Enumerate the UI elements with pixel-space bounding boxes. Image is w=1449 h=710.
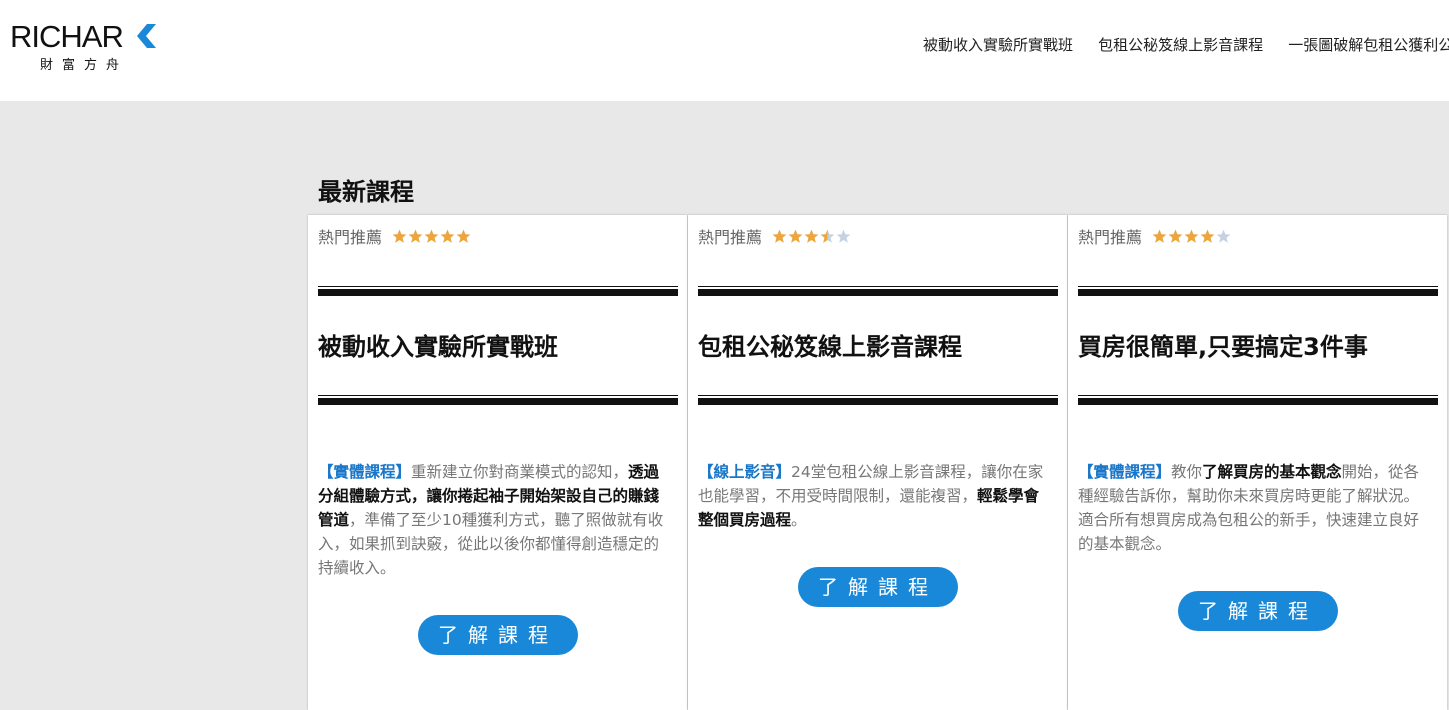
learn-course-button[interactable]: 了解課程 (1178, 591, 1338, 631)
card-title: 被動收入實驗所實戰班 (318, 333, 558, 361)
star-icon (1200, 229, 1215, 243)
course-card: 熱門推薦 被動收入實驗所實戰班 【實體課程】重新建立你對商業模式的認知，透過分組… (308, 215, 687, 710)
rating-stars (392, 229, 472, 244)
star-icon (424, 229, 439, 243)
learn-course-button[interactable]: 了解課程 (418, 615, 578, 655)
star-icon (1184, 229, 1199, 243)
card-description: 【線上影音】24堂包租公線上影音課程，讓你在家也能學習，不用受時間限制，還能複習… (698, 460, 1054, 532)
star-icon (440, 229, 455, 243)
star-icon (408, 229, 423, 243)
star-icon (1216, 229, 1231, 243)
rating-stars (1152, 229, 1232, 244)
recommend-label: 熱門推薦 (698, 228, 763, 247)
main-nav: 被動收入實驗所實戰班 包租公秘笈線上影音課程 一張圖破解包租公獲利公式 (923, 35, 1449, 55)
star-icon (392, 229, 407, 243)
k-mark-icon (137, 24, 156, 48)
star-icon (836, 229, 851, 243)
star-icon (772, 229, 787, 243)
desc-text: ，準備了至少10種獲利方式，聽了照做就有收入，如果抓到訣竅，從此以後你都懂得創造… (318, 511, 664, 577)
course-type-tag: 【線上影音】 (698, 463, 792, 481)
star-icon (820, 229, 835, 243)
nav-item-profit-formula[interactable]: 一張圖破解包租公獲利公式 (1288, 35, 1449, 55)
course-card: 熱門推薦 包租公秘笈線上影音課程 【線上影音】24堂包租公線上影音課程，讓你在家… (688, 215, 1067, 710)
rating-stars (772, 229, 852, 244)
divider (698, 395, 1058, 405)
site-header: RICHAR 財富方舟 被動收入實驗所實戰班 包租公秘笈線上影音課程 一張圖破解… (0, 0, 1449, 101)
nav-item-passive-income[interactable]: 被動收入實驗所實戰班 (923, 35, 1073, 55)
divider (698, 286, 1058, 296)
desc-text: 。 (791, 511, 807, 529)
star-icon (456, 229, 471, 243)
recommend-label: 熱門推薦 (318, 228, 383, 247)
brand-logo[interactable]: RICHAR 財富方舟 (10, 19, 160, 73)
course-type-tag: 【實體課程】 (1078, 463, 1172, 481)
star-icon (1152, 229, 1167, 243)
section-title: 最新課程 (318, 178, 414, 206)
course-type-tag: 【實體課程】 (318, 463, 412, 481)
desc-text: 重新建立你對商業模式的認知， (411, 463, 629, 481)
brand-subtitle: 財富方舟 (40, 58, 129, 73)
card-title: 買房很簡單,只要搞定3件事 (1078, 333, 1368, 361)
divider (1078, 286, 1438, 296)
learn-course-button[interactable]: 了解課程 (798, 567, 958, 607)
course-card: 熱門推薦 買房很簡單,只要搞定3件事 【實體課程】教你了解買房的基本觀念開始，從… (1068, 215, 1447, 710)
card-description: 【實體課程】教你了解買房的基本觀念開始，從各種經驗告訴你，幫助你未來買房時更能了… (1078, 460, 1434, 556)
divider (1078, 395, 1438, 405)
star-icon (804, 229, 819, 243)
desc-text: 教你 (1171, 463, 1203, 481)
card-title: 包租公秘笈線上影音課程 (698, 333, 962, 361)
divider (318, 395, 678, 405)
brand-name: RICHAR (10, 19, 124, 54)
divider (318, 286, 678, 296)
card-description: 【實體課程】重新建立你對商業模式的認知，透過分組體驗方式，讓你捲起袖子開始架設自… (318, 460, 674, 580)
recommend-label: 熱門推薦 (1078, 228, 1143, 247)
star-icon (1168, 229, 1183, 243)
star-icon (788, 229, 803, 243)
desc-highlight: 了解買房的基本觀念 (1202, 463, 1342, 481)
nav-item-landlord-video[interactable]: 包租公秘笈線上影音課程 (1098, 35, 1263, 55)
